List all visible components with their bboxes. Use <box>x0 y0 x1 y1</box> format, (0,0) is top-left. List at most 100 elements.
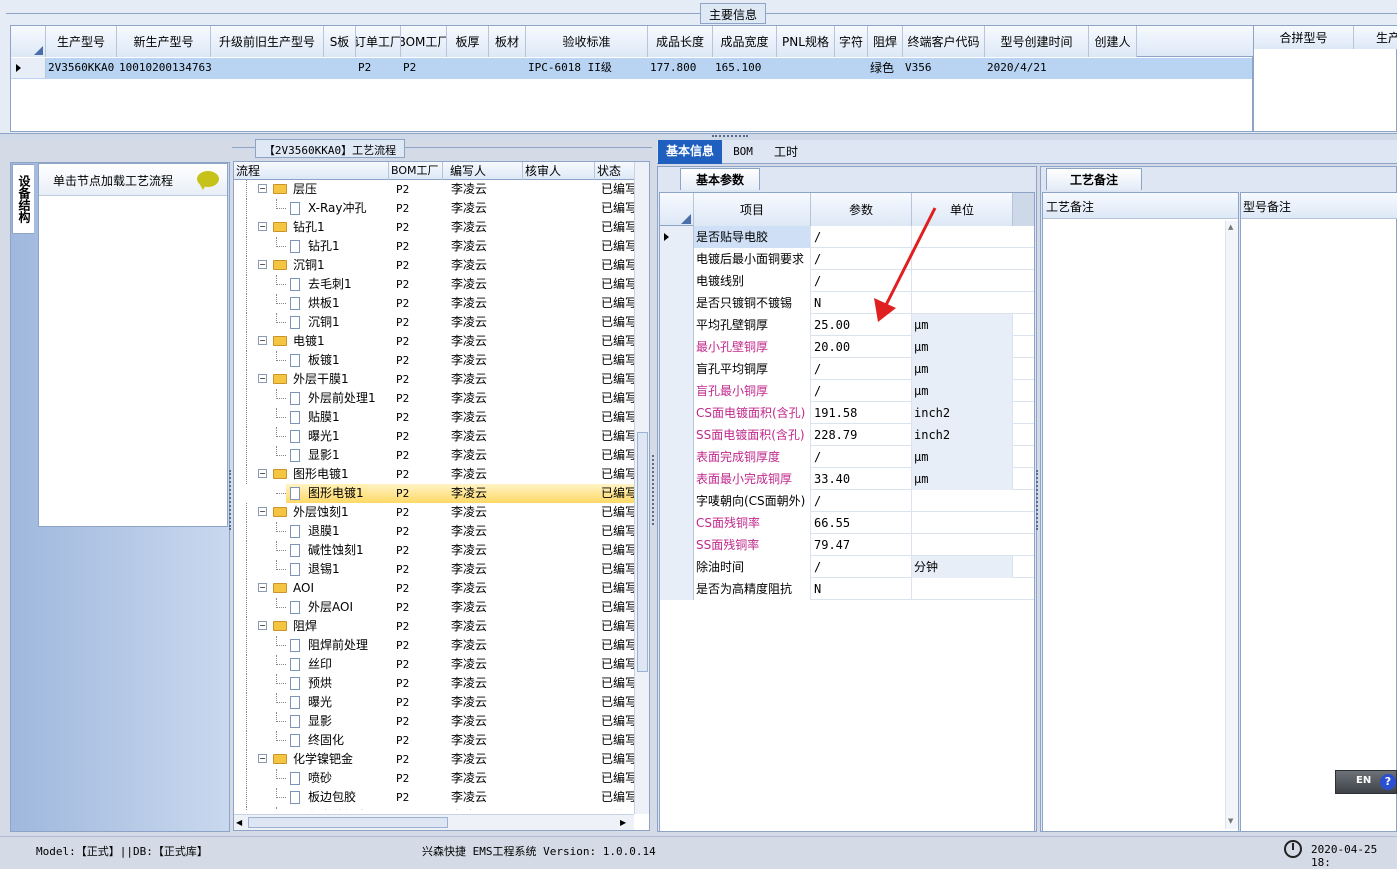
param-value[interactable]: N <box>811 578 912 600</box>
tree-node[interactable]: 喷砂 P2 李凌云 已编写 <box>234 769 634 788</box>
param-row[interactable]: 电镀后最小面铜要求 / <box>660 248 1034 270</box>
tree-node[interactable]: 预烘 P2 李凌云 已编写 <box>234 674 634 693</box>
param-row[interactable]: 盲孔平均铜厚 / μm <box>660 358 1034 380</box>
col-header[interactable]: BOM工厂 <box>389 162 443 180</box>
param-value[interactable]: / <box>811 490 912 512</box>
tree-node[interactable]: 沉铜1 P2 李凌云 已编写 <box>234 313 634 332</box>
remarks-tab[interactable]: 工艺备注 <box>1046 168 1142 190</box>
node-label[interactable]: 层压 <box>293 180 321 199</box>
table-cell[interactable]: 165.100 <box>715 58 777 78</box>
table-cell[interactable] <box>1091 58 1137 78</box>
row-selector[interactable] <box>660 402 694 424</box>
tree-node[interactable]: − 沉铜1 P2 李凌云 已编写 <box>234 256 634 275</box>
tree-node[interactable]: 外层AOI P2 李凌云 已编写 <box>234 598 634 617</box>
collapse-toggle[interactable]: − <box>258 184 267 193</box>
node-label[interactable]: 终固化 <box>308 731 348 750</box>
node-label[interactable]: 阻焊 <box>293 617 321 636</box>
param-row[interactable]: SS面残铜率 79.47 <box>660 534 1034 556</box>
param-value[interactable]: 20.00 <box>811 336 912 358</box>
tree-node[interactable]: − 层压 P2 李凌云 已编写 <box>234 180 634 199</box>
basic-params-tab[interactable]: 基本参数 <box>680 168 760 190</box>
node-label[interactable]: 喷砂 <box>308 769 336 788</box>
row-selector[interactable] <box>660 380 694 402</box>
param-value[interactable]: / <box>811 380 912 402</box>
scroll-thumb[interactable] <box>248 817 448 828</box>
merge-model-grid[interactable]: 合拼型号 生产 <box>1253 25 1397 132</box>
col-header[interactable]: 流程 <box>234 162 389 180</box>
param-row[interactable]: 电镀线别 / <box>660 270 1034 292</box>
param-value[interactable]: / <box>811 446 912 468</box>
node-label[interactable]: 曝光1 <box>308 427 344 446</box>
node-label[interactable]: X-Ray冲孔 <box>308 199 370 218</box>
collapse-toggle[interactable]: − <box>258 222 267 231</box>
tab-work-hours[interactable]: 工时 <box>766 141 806 163</box>
table-cell[interactable]: 2020/4/21 <box>987 58 1089 78</box>
col-header[interactable]: 验收标准 <box>526 26 648 57</box>
node-label[interactable]: 外层干膜1 <box>293 370 353 389</box>
model-remark-box[interactable]: 型号备注 <box>1240 192 1397 832</box>
table-row[interactable]: 2V3560KKA0 10010200134763 P2 P2 IPC-6018 II级… <box>11 58 1252 79</box>
middle-splitter-handle[interactable] <box>652 455 656 525</box>
node-label[interactable]: 预烘 <box>308 674 336 693</box>
tree-node[interactable]: 退锡1 P2 李凌云 已编写 <box>234 560 634 579</box>
row-selector[interactable] <box>660 578 694 600</box>
tree-node[interactable]: − 外层蚀刻1 P2 李凌云 已编写 <box>234 503 634 522</box>
tree-node[interactable]: 贴膜1 P2 李凌云 已编写 <box>234 408 634 427</box>
tree-node[interactable]: 曝光 P2 李凌云 已编写 <box>234 693 634 712</box>
col-header[interactable]: 升级前旧生产型号 <box>211 26 324 57</box>
row-selector[interactable] <box>660 490 694 512</box>
row-selector[interactable] <box>660 336 694 358</box>
table-cell[interactable]: 10010200134763 <box>119 58 211 78</box>
scroll-right-arrow[interactable]: ▶ <box>620 818 626 827</box>
param-value[interactable]: 191.58 <box>811 402 912 424</box>
tree-node[interactable]: − 外层干膜1 P2 李凌云 已编写 <box>234 370 634 389</box>
node-label[interactable]: 显影1 <box>308 446 344 465</box>
col-header[interactable]: 订单工厂 <box>356 26 401 57</box>
tree-node[interactable]: 去毛刺1 P2 李凌云 已编写 <box>234 275 634 294</box>
node-label[interactable]: 外层蚀刻1 <box>293 503 353 522</box>
node-label[interactable]: 化学镍钯金 <box>308 807 372 810</box>
ime-label[interactable]: EN <box>1356 775 1371 786</box>
col-header[interactable]: 合拼型号 <box>1254 26 1354 49</box>
param-row[interactable]: 平均孔壁铜厚 25.00 μm <box>660 314 1034 336</box>
node-label[interactable]: 丝印 <box>308 655 336 674</box>
tree-node[interactable]: 外层前处理1 P2 李凌云 已编写 <box>234 389 634 408</box>
col-header[interactable]: 成品长度 <box>648 26 713 57</box>
param-value[interactable]: 33.40 <box>811 468 912 490</box>
param-row[interactable]: 是否贴导电胶 / <box>660 226 1034 248</box>
tree-node[interactable]: − 钻孔1 P2 李凌云 已编写 <box>234 218 634 237</box>
scroll-left-arrow[interactable]: ◀ <box>236 818 242 827</box>
tree-node[interactable]: − AOI P2 李凌云 已编写 <box>234 579 634 598</box>
help-icon[interactable]: ? <box>1380 774 1396 790</box>
param-row[interactable]: 最小孔壁铜厚 20.00 μm <box>660 336 1034 358</box>
node-label[interactable]: 板边包胶 <box>308 788 360 807</box>
node-label[interactable]: 曝光 <box>308 693 336 712</box>
param-row[interactable]: 表面完成铜厚度 / μm <box>660 446 1034 468</box>
collapse-toggle[interactable]: − <box>258 621 267 630</box>
table-cell[interactable]: IPC-6018 II级 <box>528 58 648 78</box>
node-label[interactable]: 化学镍钯金 <box>293 750 357 769</box>
col-header[interactable]: 生产 <box>1354 26 1397 49</box>
table-cell[interactable] <box>491 58 526 78</box>
node-label[interactable]: 贴膜1 <box>308 408 344 427</box>
collapse-toggle[interactable]: − <box>258 469 267 478</box>
col-header[interactable]: PNL规格 <box>777 26 835 57</box>
node-label[interactable]: 阻焊前处理 <box>308 636 372 655</box>
table-cell[interactable] <box>779 58 835 78</box>
node-label[interactable]: 外层AOI <box>308 598 357 617</box>
col-header[interactable]: 型号创建时间 <box>985 26 1089 57</box>
row-selector[interactable] <box>660 248 694 270</box>
table-cell[interactable]: P2 <box>358 58 401 78</box>
tree-node[interactable]: 烘板1 P2 李凌云 已编写 <box>234 294 634 313</box>
row-selector[interactable] <box>660 556 694 578</box>
tree-node[interactable]: − 阻焊 P2 李凌云 已编写 <box>234 617 634 636</box>
collapse-toggle[interactable]: − <box>258 583 267 592</box>
col-header[interactable]: S板 <box>324 26 356 57</box>
table-cell[interactable]: 绿色 <box>870 58 903 78</box>
row-selector[interactable] <box>660 314 694 336</box>
row-selector[interactable] <box>660 534 694 556</box>
node-label[interactable]: 退锡1 <box>308 560 344 579</box>
node-label[interactable]: 碱性蚀刻1 <box>308 541 368 560</box>
ime-bar[interactable]: EN ? <box>1335 770 1397 794</box>
collapse-toggle[interactable]: − <box>258 754 267 763</box>
